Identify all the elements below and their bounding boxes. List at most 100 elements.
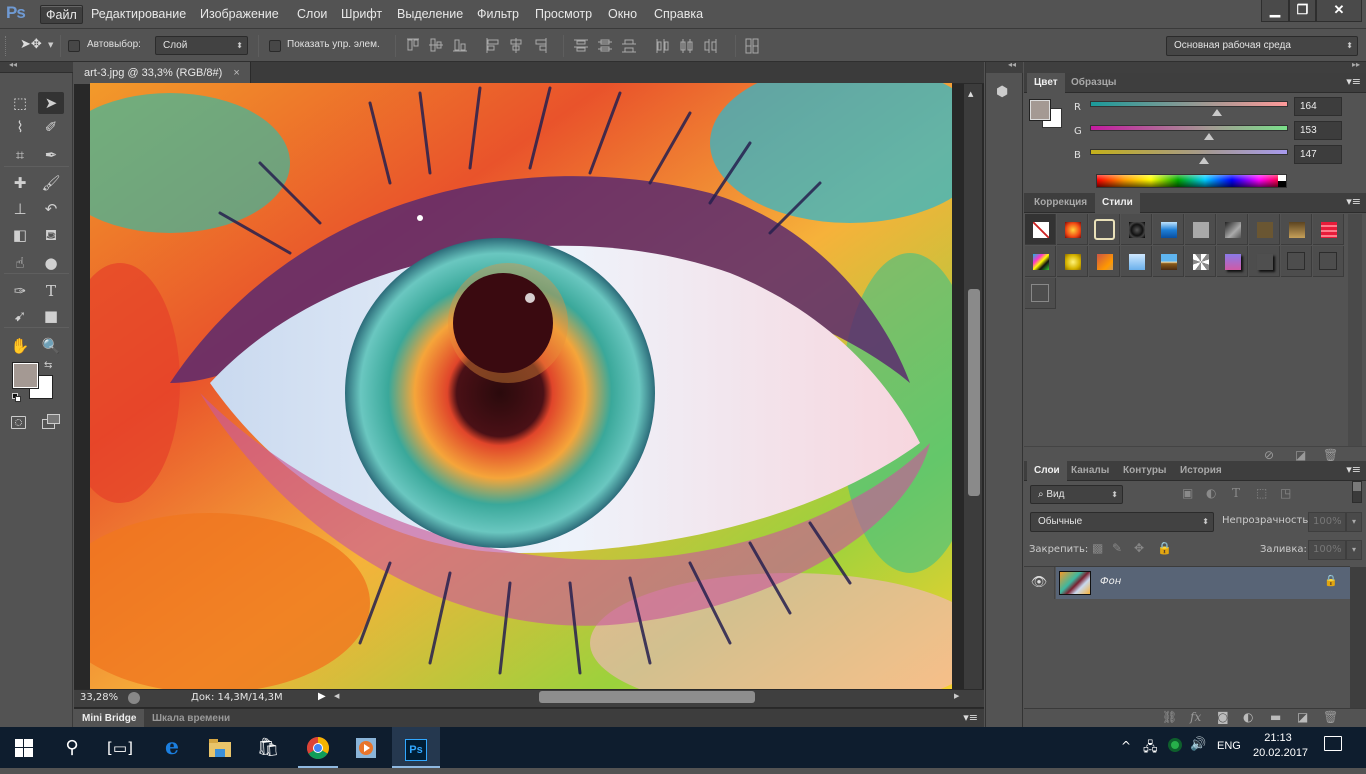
- channel-slider-g[interactable]: [1090, 125, 1288, 131]
- group-icon[interactable]: ▬: [1270, 710, 1281, 724]
- workspace-select[interactable]: Основная рабочая среда ⬍: [1166, 36, 1358, 56]
- network-icon[interactable]: 🖧: [1143, 738, 1158, 760]
- crop-tool[interactable]: ⌗: [7, 144, 33, 166]
- lock-all-icon[interactable]: 🔒: [1157, 541, 1172, 555]
- layer-row[interactable]: 👁 Фон 🔒: [1024, 567, 1350, 599]
- channel-slider-b[interactable]: [1090, 149, 1288, 155]
- restore-button[interactable]: ❐: [1289, 0, 1316, 22]
- new-style-icon[interactable]: ◪: [1295, 448, 1306, 462]
- scroll-up-icon[interactable]: ▲: [968, 90, 973, 98]
- menu-image[interactable]: Изображение: [195, 5, 284, 24]
- adjustment-icon[interactable]: ◐: [1243, 710, 1253, 724]
- tab-mini-bridge[interactable]: Mini Bridge: [74, 709, 145, 728]
- minimize-button[interactable]: ▁: [1261, 0, 1289, 22]
- image-canvas[interactable]: [90, 83, 952, 689]
- quick-selection-tool[interactable]: ✐: [38, 116, 64, 138]
- style-swatch-outline-beige[interactable]: [1089, 214, 1120, 245]
- style-swatch-brown-dark[interactable]: [1249, 214, 1280, 245]
- filter-adjustment-icon[interactable]: ◐: [1206, 486, 1216, 500]
- default-colors-icon[interactable]: [12, 393, 21, 402]
- style-swatch-gray-flat[interactable]: [1185, 214, 1216, 245]
- autoselect-checkbox[interactable]: [68, 40, 80, 52]
- smudge-tool[interactable]: ☝: [7, 252, 33, 274]
- close-tab-icon[interactable]: ×: [233, 67, 239, 79]
- style-swatch-blue-gradient[interactable]: [1121, 246, 1152, 277]
- tray-show-hidden-icon[interactable]: ^: [1121, 739, 1131, 753]
- channel-slider-thumb[interactable]: [1203, 133, 1214, 140]
- history-brush-tool[interactable]: ↶: [38, 198, 64, 220]
- foreground-color-swatch[interactable]: [12, 362, 39, 389]
- style-swatch-brown-gradient[interactable]: [1281, 214, 1312, 245]
- media-player-app[interactable]: [342, 727, 390, 768]
- layers-scrollbar[interactable]: [1350, 567, 1366, 708]
- lock-image-icon[interactable]: ✎: [1112, 541, 1122, 555]
- action-center-icon[interactable]: [1324, 736, 1342, 751]
- channel-slider-thumb[interactable]: [1212, 109, 1223, 116]
- fill-input[interactable]: 100%: [1308, 540, 1346, 560]
- store-app[interactable]: 🛍: [244, 727, 292, 768]
- tab-color[interactable]: Цвет: [1027, 73, 1065, 93]
- chrome-app[interactable]: [294, 727, 342, 768]
- menu-select[interactable]: Выделение: [392, 5, 468, 24]
- vertical-scroll-thumb[interactable]: [968, 289, 980, 496]
- collapse-icon[interactable]: ◂◂: [9, 60, 17, 69]
- type-tool[interactable]: T: [38, 280, 64, 302]
- 3d-panel-icon[interactable]: ⬢: [996, 84, 1016, 104]
- menu-layers[interactable]: Слои: [292, 5, 332, 24]
- scroll-left-icon[interactable]: ◀: [334, 692, 339, 700]
- fill-dropdown-icon[interactable]: ▾: [1346, 540, 1362, 560]
- layer-name[interactable]: Фон: [1100, 576, 1121, 587]
- expand-icon[interactable]: ◂◂: [1008, 60, 1016, 69]
- style-swatch-red-stripes[interactable]: [1313, 214, 1344, 245]
- tools-panel-header[interactable]: ◂◂: [0, 60, 73, 73]
- panel-menu-icon[interactable]: ▾≡: [1346, 75, 1361, 88]
- filter-smart-object-icon[interactable]: ◳: [1280, 486, 1291, 500]
- blend-mode-select[interactable]: Обычные ⬍: [1030, 512, 1214, 532]
- menu-window[interactable]: Окно: [603, 5, 642, 24]
- polygonal-lasso-tool[interactable]: ⌇: [7, 116, 33, 138]
- panel-dock-header[interactable]: ▸▸: [1024, 60, 1366, 73]
- options-grip[interactable]: [5, 36, 8, 56]
- start-button[interactable]: [0, 727, 48, 768]
- layer-row-selected[interactable]: Фон 🔒: [1056, 567, 1350, 599]
- style-swatch-landscape[interactable]: [1153, 246, 1184, 277]
- style-swatch-red-glow[interactable]: [1057, 214, 1088, 245]
- style-swatch-noise[interactable]: [1185, 246, 1216, 277]
- color-fg-swatch[interactable]: [1029, 99, 1051, 121]
- style-swatch-purple-shadow[interactable]: [1217, 246, 1248, 277]
- channel-value-r[interactable]: 164: [1294, 97, 1342, 116]
- move-tool-icon[interactable]: ➤✥: [20, 37, 42, 52]
- strip-header[interactable]: ◂◂: [986, 60, 1023, 73]
- styles-scrollbar[interactable]: [1348, 214, 1362, 446]
- style-swatch-orange-gradient[interactable]: [1089, 246, 1120, 277]
- paint-bucket-tool[interactable]: ⛾: [38, 224, 64, 246]
- scroll-right-icon[interactable]: ▶: [954, 692, 959, 700]
- horizontal-scroll-thumb[interactable]: [539, 691, 755, 703]
- color-spectrum-ramp[interactable]: [1096, 174, 1287, 188]
- fx-icon[interactable]: fx: [1190, 710, 1201, 724]
- delete-icon[interactable]: 🗑: [1323, 710, 1338, 724]
- panel-menu-icon[interactable]: ▾≡: [1346, 463, 1361, 476]
- swap-colors-icon[interactable]: ⇆: [44, 360, 52, 371]
- filter-toggle[interactable]: [1352, 481, 1362, 503]
- style-swatch-rainbow[interactable]: [1025, 246, 1056, 277]
- spot-healing-brush-tool[interactable]: ✚: [7, 172, 33, 194]
- filter-pixel-icon[interactable]: ▣: [1182, 486, 1193, 500]
- clear-style-icon[interactable]: ⊘: [1264, 448, 1274, 462]
- brush-tool[interactable]: 🖌: [38, 172, 64, 194]
- file-explorer-app[interactable]: [196, 727, 244, 768]
- pen-tool[interactable]: ✑: [7, 280, 33, 302]
- opacity-dropdown-icon[interactable]: ▾: [1346, 512, 1362, 532]
- clock[interactable]: 21:13 20.02.2017: [1253, 731, 1308, 761]
- new-layer-icon[interactable]: ◪: [1297, 710, 1308, 724]
- search-button[interactable]: ⚲: [48, 727, 96, 768]
- tray-app-icon[interactable]: [1168, 738, 1182, 752]
- dodge-tool[interactable]: ●: [38, 252, 64, 274]
- channel-slider-thumb[interactable]: [1199, 157, 1210, 164]
- tab-paths[interactable]: Контуры: [1116, 461, 1173, 481]
- language-indicator[interactable]: ENG: [1217, 740, 1241, 752]
- eraser-tool[interactable]: ◧: [7, 224, 33, 246]
- status-menu-arrow-icon[interactable]: ▶: [318, 691, 326, 702]
- opacity-input[interactable]: 100%: [1308, 512, 1346, 532]
- channel-slider-r[interactable]: [1090, 101, 1288, 107]
